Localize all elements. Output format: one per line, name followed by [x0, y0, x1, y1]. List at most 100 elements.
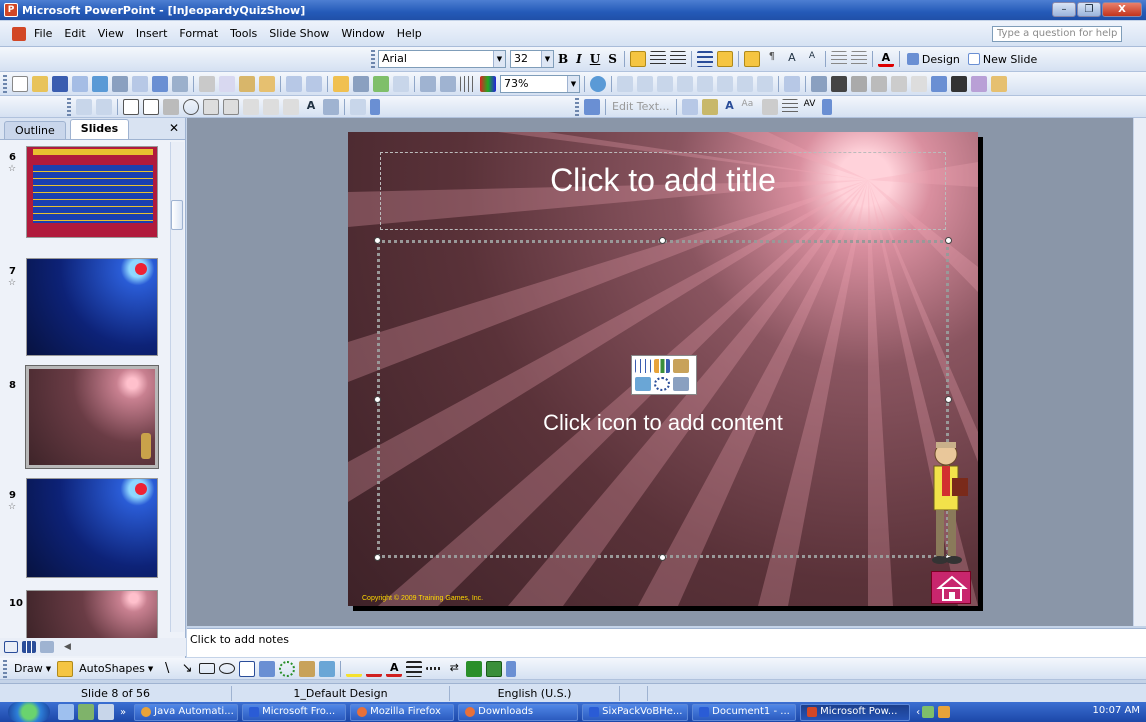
rotate-tool-icon[interactable] [677, 75, 693, 92]
line-color-icon[interactable] [366, 661, 383, 677]
combobox-icon[interactable] [223, 98, 239, 115]
nudge-tool-icon[interactable] [737, 75, 753, 92]
order-tool-icon[interactable] [717, 75, 733, 92]
bullets-icon[interactable] [716, 51, 733, 67]
3d-style-icon[interactable] [486, 660, 503, 677]
insert-chart-icon[interactable] [333, 75, 349, 92]
slides-scrollbar-thumb[interactable] [171, 200, 183, 230]
scrollbar-control-icon[interactable] [283, 98, 299, 115]
decrease-indent-icon[interactable] [830, 51, 847, 67]
taskbar-item[interactable]: SixPackVoBHe... [582, 703, 689, 721]
wordart-gallery-icon[interactable] [681, 98, 698, 115]
menu-format[interactable]: Format [173, 27, 224, 40]
wordart-height-icon[interactable]: Aa [742, 99, 758, 115]
content-placeholder[interactable] [377, 240, 949, 558]
compress-icon[interactable] [931, 75, 947, 92]
open-icon[interactable] [32, 75, 48, 92]
arrow-style-icon[interactable]: ⇄ [446, 661, 462, 677]
picture-tool-icon[interactable] [784, 75, 800, 92]
shadow-style-icon[interactable] [466, 660, 483, 677]
transparent-color-icon[interactable] [991, 75, 1007, 92]
title-placeholder[interactable]: Click to add title [380, 152, 946, 230]
label-control-icon[interactable]: A [303, 99, 319, 115]
resize-handle[interactable] [659, 554, 666, 561]
image-control-icon[interactable] [323, 98, 339, 115]
resize-handle[interactable] [945, 396, 952, 403]
brightness-up-icon[interactable] [851, 75, 867, 92]
textbox-control-icon[interactable] [143, 98, 159, 115]
italic-button[interactable]: I [576, 52, 582, 66]
slide-thumbnail-6[interactable] [26, 146, 158, 238]
diagram-icon[interactable] [279, 660, 296, 677]
menu-help[interactable]: Help [391, 27, 428, 40]
slide-scrollbar[interactable] [1133, 118, 1146, 626]
insert-table-icon[interactable] [353, 75, 369, 92]
font-name-select[interactable]: Arial ▼ [378, 50, 506, 68]
cut-icon[interactable] [199, 75, 215, 92]
resize-handle[interactable] [374, 554, 381, 561]
wordart-icon[interactable] [259, 660, 276, 677]
line-icon[interactable]: \ [159, 661, 175, 677]
clock[interactable]: 10:07 AM [1093, 705, 1140, 716]
wordart-spacing-icon[interactable]: AV [802, 99, 818, 115]
recolor-icon[interactable] [951, 75, 967, 92]
oval-icon[interactable] [219, 663, 236, 674]
toggle-button-icon[interactable] [243, 98, 259, 115]
document-icon[interactable] [12, 26, 26, 41]
slide-show-view-icon[interactable] [40, 641, 54, 653]
arrow-icon[interactable]: ↘ [179, 661, 195, 677]
permission-icon[interactable] [72, 75, 88, 92]
insert-diagram-icon[interactable] [654, 376, 670, 391]
show-desktop-icon[interactable] [58, 704, 74, 720]
insert-picture-icon[interactable] [635, 376, 651, 391]
fill-color-icon[interactable] [346, 661, 363, 677]
more-controls-icon[interactable] [350, 98, 366, 115]
line-style-icon[interactable] [406, 660, 423, 677]
align-left-icon[interactable] [629, 51, 646, 67]
show-formatting-icon[interactable] [440, 75, 456, 92]
grid-icon[interactable] [460, 75, 476, 92]
checkbox-control-icon[interactable] [123, 98, 139, 115]
menu-view[interactable]: View [92, 27, 130, 40]
new-slide-button[interactable]: New Slide [967, 53, 1037, 66]
option-button-icon[interactable] [183, 98, 199, 115]
switch-windows-icon[interactable] [98, 704, 114, 720]
new-icon[interactable] [12, 75, 28, 92]
close-pane-icon[interactable]: ✕ [169, 121, 179, 135]
resize-handle[interactable] [374, 396, 381, 403]
restore-button[interactable]: ❐ [1077, 2, 1101, 17]
email-icon[interactable] [92, 75, 108, 92]
normal-view-icon[interactable] [4, 641, 18, 653]
increase-indent-icon[interactable] [850, 51, 867, 67]
copy-icon[interactable] [219, 75, 235, 92]
crop-icon[interactable] [811, 75, 827, 92]
taskbar-item[interactable]: Mozilla Firefox [350, 703, 455, 721]
slide-thumbnail-10[interactable] [26, 590, 158, 640]
color-grayscale-icon[interactable] [480, 75, 496, 92]
wordart-options-icon[interactable] [821, 98, 832, 115]
tray-volume-icon[interactable] [938, 706, 951, 718]
format-picture-icon[interactable] [971, 75, 987, 92]
insert-media-icon[interactable] [673, 376, 689, 391]
toolbar-grip[interactable] [371, 50, 375, 68]
slide-thumbnail-7[interactable] [26, 258, 158, 356]
clip-art-icon[interactable] [299, 660, 316, 677]
home-button[interactable] [931, 571, 971, 604]
autoshapes-menu-button[interactable]: AutoShapes ▼ [79, 662, 153, 675]
design-mode-icon[interactable] [76, 98, 92, 115]
command-button-icon[interactable] [163, 98, 179, 115]
listbox-icon[interactable] [203, 98, 219, 115]
menu-tools[interactable]: Tools [224, 27, 263, 40]
format-painter-icon[interactable] [259, 75, 275, 92]
font-color-icon[interactable]: A [877, 51, 894, 67]
print-icon[interactable] [112, 75, 128, 92]
menu-insert[interactable]: Insert [130, 27, 174, 40]
tray-expand-icon[interactable]: ‹ [916, 707, 920, 718]
contrast-icon[interactable] [831, 75, 847, 92]
rectangle-icon[interactable] [199, 663, 216, 674]
tables-borders-icon[interactable] [373, 75, 389, 92]
redo-icon[interactable] [306, 75, 322, 92]
tab-slides[interactable]: Slides [69, 119, 130, 139]
font-color-icon[interactable]: A [386, 661, 403, 677]
spelling-icon[interactable] [152, 75, 168, 92]
